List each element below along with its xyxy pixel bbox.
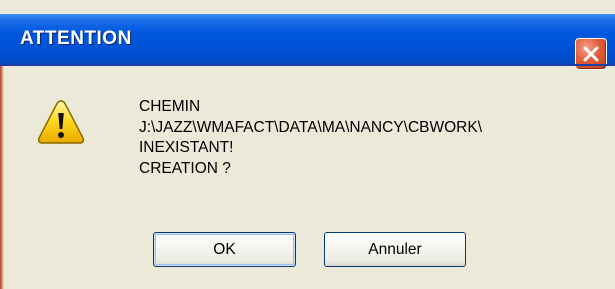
ok-button[interactable]: OK (153, 232, 296, 267)
close-button[interactable] (575, 38, 607, 70)
dialog-message: CHEMIN J:\JAZZ\WMAFACT\DATA\MA\NANCY\CBW… (139, 97, 482, 180)
message-line: INEXISTANT! (139, 139, 234, 157)
message-line: J:\JAZZ\WMAFACT\DATA\MA\NANCY\CBWORK\ (139, 118, 483, 136)
background-window-edge (0, 66, 4, 289)
warning-icon (36, 98, 86, 146)
message-dialog: ATTENTION CHEMIN J:\JAZZ\WMAFACT\DATA\MA… (0, 0, 615, 289)
dialog-title: ATTENTION (20, 28, 132, 49)
cancel-button[interactable]: Annuler (324, 232, 466, 267)
close-icon (583, 46, 599, 62)
message-line: CREATION ? (139, 160, 231, 178)
title-bar[interactable]: ATTENTION (0, 14, 615, 70)
message-line: CHEMIN (139, 98, 201, 115)
